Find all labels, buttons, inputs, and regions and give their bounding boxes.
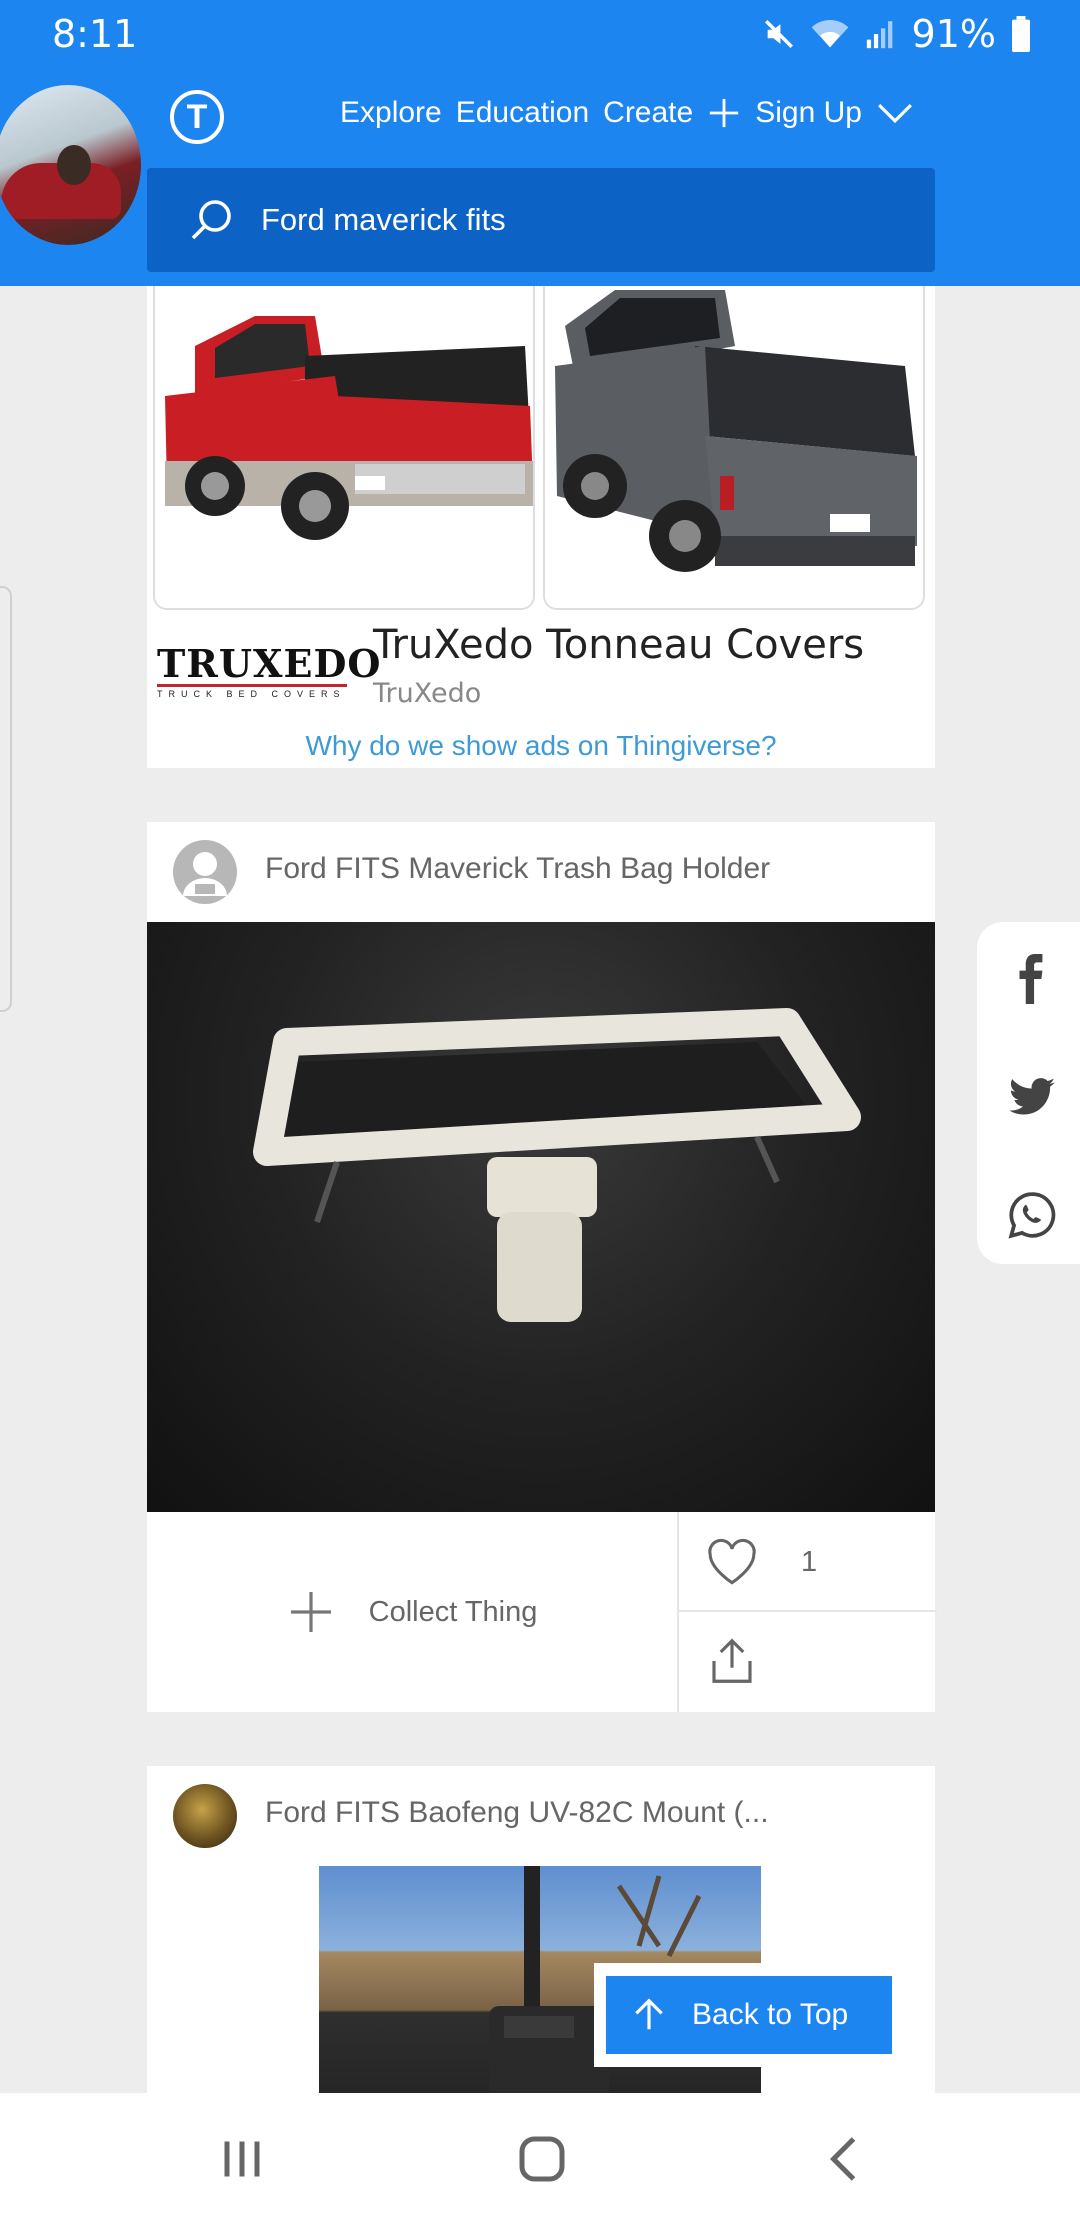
nav-sign-up[interactable]: Sign Up [755, 96, 862, 130]
back-to-top-label: Back to Top [692, 1998, 849, 2031]
creator-avatar[interactable] [173, 840, 237, 904]
back-to-top-container: Back to Top [594, 1963, 904, 2067]
back-to-top-button[interactable]: Back to Top [606, 1976, 892, 2054]
plus-icon[interactable] [707, 96, 741, 130]
back-icon[interactable] [816, 2129, 876, 2189]
plus-icon [290, 1592, 331, 1632]
arrow-up-icon [635, 1998, 663, 2030]
gray-truck-image [545, 286, 923, 608]
search-bar[interactable] [147, 168, 935, 272]
thing-card[interactable]: Ford FITS Maverick Trash Bag Holder Coll… [147, 822, 937, 1712]
like-button[interactable]: 1 [679, 1512, 937, 1612]
collect-thing-button[interactable]: Collect Thing [147, 1512, 677, 1712]
facebook-icon[interactable] [1007, 954, 1057, 1004]
battery-percent: 91% [911, 12, 996, 56]
mute-icon [764, 20, 793, 48]
like-count: 1 [801, 1546, 818, 1578]
creator-avatar[interactable] [173, 1784, 237, 1848]
search-input[interactable] [261, 202, 861, 238]
app-header: 8:11 91% T Explore Education Create Sign… [0, 0, 1080, 286]
thing-title[interactable]: Ford FITS Maverick Trash Bag Holder [265, 852, 770, 886]
main-nav: Explore Education Create Sign Up [340, 96, 914, 130]
search-icon [191, 200, 231, 240]
default-user-icon [183, 852, 227, 896]
twitter-icon[interactable] [1007, 1072, 1057, 1122]
system-nav-bar [0, 2093, 1080, 2220]
trash-bag-holder-photo [253, 1008, 861, 1322]
side-drawer-handle[interactable] [0, 586, 12, 1012]
collect-thing-label: Collect Thing [368, 1595, 538, 1628]
whatsapp-icon[interactable] [1007, 1190, 1057, 1240]
nav-create[interactable]: Create [603, 96, 693, 130]
why-ads-link[interactable]: Why do we show ads on Thingiverse? [147, 730, 935, 762]
ad-image-red-truck[interactable] [153, 286, 535, 610]
social-share-rail [977, 922, 1080, 1264]
battery-icon [1012, 16, 1030, 52]
nav-education[interactable]: Education [456, 96, 589, 130]
thingiverse-logo[interactable]: T [170, 90, 224, 144]
status-time: 8:11 [52, 12, 138, 56]
thing-title[interactable]: Ford FITS Baofeng UV-82C Mount (... [265, 1796, 769, 1830]
share-icon [712, 1638, 752, 1683]
thing-image[interactable] [147, 922, 935, 1512]
chevron-down-icon[interactable] [876, 100, 914, 126]
home-icon[interactable] [512, 2129, 572, 2189]
wifi-icon [811, 20, 848, 48]
share-button[interactable] [679, 1612, 937, 1712]
nav-explore[interactable]: Explore [340, 96, 442, 130]
status-icons: 91% [762, 10, 1032, 58]
truxedo-logo[interactable]: TRUXEDO TRUCK BED COVERS [157, 641, 381, 701]
user-avatar[interactable] [0, 82, 144, 248]
red-truck-image [155, 286, 533, 608]
ad-card[interactable]: TRUXEDO TRUCK BED COVERS TruXedo Tonneau… [147, 286, 935, 768]
ad-advertiser[interactable]: TruXedo [373, 678, 481, 709]
ad-image-gray-truck[interactable] [543, 286, 925, 610]
signal-icon [866, 21, 892, 49]
ad-title[interactable]: TruXedo Tonneau Covers [373, 622, 864, 668]
recent-apps-icon[interactable] [212, 2129, 272, 2189]
thing-actions: 1 [677, 1512, 937, 1712]
heart-icon [708, 1538, 756, 1585]
